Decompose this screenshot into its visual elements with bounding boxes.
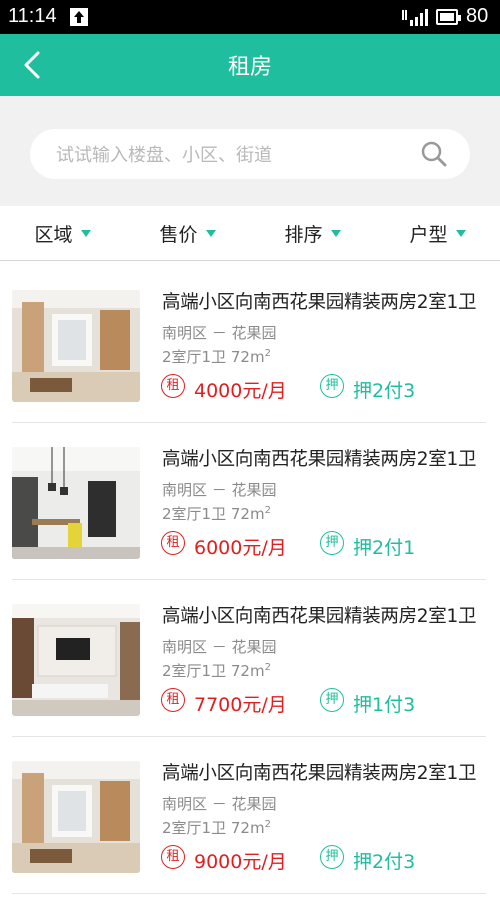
listing-price: 9000元/月: [194, 851, 287, 873]
area-unit-superscript: 2: [264, 348, 271, 359]
signal-icon: [402, 8, 430, 26]
listing-price: 4000元/月: [194, 380, 287, 402]
listing-area: 南明区 － 花果园: [162, 324, 277, 342]
listing-layout: 2室厅1卫 72m2: [162, 346, 271, 367]
listing-item[interactable]: 高端小区向南西花果园精装两房2室1卫 南明区 － 花果园 2室厅1卫 72m2 …: [12, 266, 486, 423]
page-title: 租房: [227, 54, 272, 79]
rent-badge: 租: [161, 845, 185, 869]
listing-deposit: 押1付3: [353, 694, 416, 716]
listing-list: 高端小区向南西花果园精装两房2室1卫 南明区 － 花果园 2室厅1卫 72m2 …: [0, 266, 500, 894]
listing-layout: 2室厅1卫 72m2: [162, 660, 271, 681]
listing-price: 7700元/月: [194, 694, 287, 716]
listing-layout-text: 2室厅1卫 72m: [162, 348, 265, 366]
listing-area: 南明区 － 花果园: [162, 481, 277, 499]
deposit-badge: 押: [320, 374, 344, 398]
filter-bar: 区域 售价 排序 户型: [0, 206, 500, 261]
listing-photo: [12, 604, 140, 716]
area-unit-superscript: 2: [264, 505, 271, 516]
status-bar: 11:14 80: [0, 0, 500, 34]
header-bar: 租房: [0, 34, 500, 96]
listing-layout: 2室厅1卫 72m2: [162, 817, 271, 838]
listing-area: 南明区 － 花果园: [162, 638, 277, 656]
dropdown-triangle-icon: [330, 229, 341, 237]
dropdown-triangle-icon: [80, 229, 91, 237]
listing-item[interactable]: 高端小区向南西花果园精装两房2室1卫 南明区 － 花果园 2室厅1卫 72m2 …: [12, 423, 486, 580]
upload-icon: [70, 8, 88, 26]
status-time: 11:14: [8, 5, 57, 27]
listing-deposit: 押2付1: [353, 537, 416, 559]
listing-item[interactable]: 高端小区向南西花果园精装两房2室1卫 南明区 － 花果园 2室厅1卫 72m2 …: [12, 737, 486, 894]
battery-icon: [436, 9, 461, 25]
listing-title: 高端小区向南西花果园精装两房2室1卫: [162, 763, 477, 784]
listing-title: 高端小区向南西花果园精装两房2室1卫: [162, 606, 477, 627]
filter-sort[interactable]: 排序: [250, 206, 375, 260]
search-icon[interactable]: [420, 140, 448, 168]
listing-photo: [12, 761, 140, 873]
listing-area: 南明区 － 花果园: [162, 795, 277, 813]
filter-label: 户型: [409, 223, 448, 246]
listing-deposit: 押2付3: [353, 851, 416, 873]
filter-label: 区域: [34, 223, 73, 246]
dropdown-triangle-icon: [205, 229, 216, 237]
deposit-badge: 押: [320, 845, 344, 869]
rent-badge: 租: [161, 688, 185, 712]
listing-item[interactable]: 高端小区向南西花果园精装两房2室1卫 南明区 － 花果园 2室厅1卫 72m2 …: [12, 580, 486, 737]
listing-photo: [12, 290, 140, 402]
listing-price: 6000元/月: [194, 537, 287, 559]
search-box[interactable]: [30, 129, 470, 181]
filter-label: 售价: [159, 223, 198, 246]
listing-photo: [12, 447, 140, 559]
listing-deposit: 押2付3: [353, 380, 416, 402]
deposit-badge: 押: [320, 688, 344, 712]
listing-layout-text: 2室厅1卫 72m: [162, 662, 265, 680]
battery-level: 80: [466, 5, 489, 27]
rent-badge: 租: [161, 374, 185, 398]
search-area: [0, 96, 500, 206]
search-input[interactable]: [54, 129, 418, 181]
listing-layout-text: 2室厅1卫 72m: [162, 819, 265, 837]
filter-price[interactable]: 售价: [125, 206, 250, 260]
listing-title: 高端小区向南西花果园精装两房2室1卫: [162, 292, 477, 313]
area-unit-superscript: 2: [264, 662, 271, 673]
area-unit-superscript: 2: [264, 819, 271, 830]
listing-layout-text: 2室厅1卫 72m: [162, 505, 265, 523]
listing-title: 高端小区向南西花果园精装两房2室1卫: [162, 449, 477, 470]
rent-badge: 租: [161, 531, 185, 555]
filter-layout[interactable]: 户型: [375, 206, 500, 260]
dropdown-triangle-icon: [455, 229, 466, 237]
deposit-badge: 押: [320, 531, 344, 555]
listing-layout: 2室厅1卫 72m2: [162, 503, 271, 524]
filter-label: 排序: [284, 223, 323, 246]
filter-region[interactable]: 区域: [0, 206, 125, 260]
